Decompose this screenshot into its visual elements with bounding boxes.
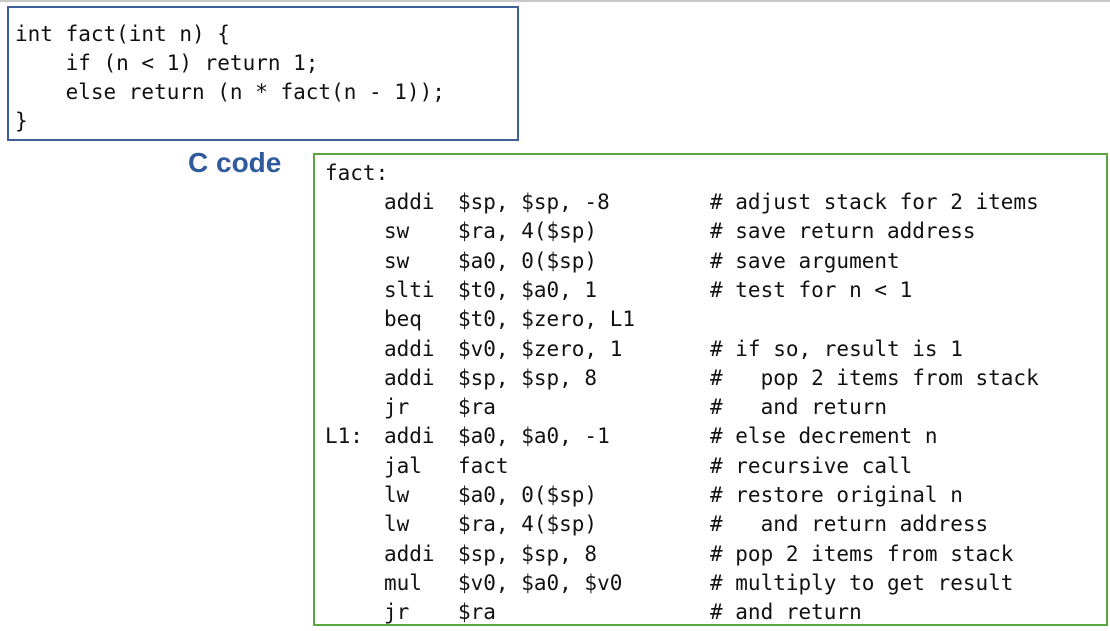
mips-instruction-row: jr $ra # and return	[315, 598, 1095, 626]
mips-instruction-row: lw $a0, 0($sp) # restore original n	[315, 481, 1095, 509]
mips-opcode: addi	[384, 365, 435, 390]
mips-operands: fact	[458, 453, 509, 478]
mips-instruction-row: jal fact # recursive call	[315, 452, 1095, 480]
mips-comment: # multiply to get result	[710, 570, 1014, 595]
mips-opcode: lw	[384, 483, 410, 507]
mips-opcode: sw	[384, 219, 410, 244]
mips-comment: # save return address	[710, 219, 976, 244]
mips-comment: # if so, result is 1	[710, 336, 963, 361]
mips-instruction-row: addi $sp, $sp, -8 # adjust stack for 2 ite…	[315, 188, 1095, 216]
mips-instruction-row: L1: addi $a0, $a0, -1 # else decrement n	[315, 422, 1095, 450]
mips-opcode: sw	[384, 248, 410, 273]
mips-instruction-row: slti $t0, $a0, 1 # test for n < 1	[315, 276, 1095, 304]
mips-instruction-row: lw $ra, 4($sp) # and return address	[315, 510, 1095, 538]
mips-opcode: addi	[384, 424, 435, 449]
mips-operands: $sp, $sp, 8	[458, 541, 598, 566]
mips-operands: $a0, $a0, -1	[458, 424, 610, 449]
mips-instruction-row: beq $t0, $zero, L1	[315, 305, 1095, 333]
c-code-line: int fact(int n) {	[15, 22, 230, 46]
mips-opcode: mul	[384, 570, 422, 595]
mips-instruction-row: addi $v0, $zero, 1 # if so, result is 1	[315, 335, 1095, 363]
c-code-box: int fact(int n) { if (n < 1) return 1; e…	[7, 6, 519, 141]
mips-comment: # adjust stack for 2 items	[710, 190, 1039, 214]
mips-comment: # and return	[710, 395, 888, 420]
mips-instruction-row: addi $sp, $sp, 8 # pop 2 items from stack	[315, 540, 1095, 568]
mips-instruction-row: addi $sp, $sp, 8 # pop 2 items from stack	[315, 364, 1095, 392]
c-code-line: }	[15, 109, 28, 133]
mips-operands: $ra, 4($sp)	[458, 512, 598, 537]
c-code-caption: C code	[188, 147, 282, 178]
mips-operands: $v0, $zero, 1	[458, 336, 623, 361]
top-divider	[0, 0, 1110, 2]
mips-operands: $a0, 0($sp)	[458, 483, 598, 507]
mips-operands: $t0, $a0, 1	[458, 277, 598, 302]
mips-opcode: lw	[384, 512, 410, 537]
mips-operands: $a0, 0($sp)	[458, 248, 598, 273]
c-code-line: else return (n * fact(n - 1));	[15, 80, 445, 104]
mips-comment: # and return	[710, 600, 862, 625]
mips-function-label: fact:	[325, 161, 389, 185]
mips-operands: $sp, $sp, -8	[458, 190, 610, 214]
mips-instruction-row: sw $a0, 0($sp) # save argument	[315, 247, 1095, 275]
mips-code-box: fact: addi $sp, $sp, -8 # adjust stack for…	[313, 153, 1108, 626]
mips-operands: $v0, $a0, $v0	[458, 570, 623, 595]
mips-opcode: jr	[384, 395, 410, 420]
mips-opcode: jr	[384, 600, 410, 625]
mips-comment: # save argument	[710, 248, 900, 273]
mips-comment: # pop 2 items from stack	[710, 541, 1014, 566]
mips-instruction-row: jr $ra # and return	[315, 393, 1095, 421]
mips-comment: # and return address	[710, 512, 989, 537]
mips-comment: # pop 2 items from stack	[710, 365, 1039, 390]
mips-opcode: addi	[384, 336, 435, 361]
mips-operands: $ra	[458, 395, 496, 420]
c-code-line: if (n < 1) return 1;	[15, 51, 319, 75]
mips-opcode: addi	[384, 190, 435, 214]
mips-opcode: beq	[384, 307, 422, 332]
mips-comment: # else decrement n	[710, 424, 938, 449]
mips-comment: # test for n < 1	[710, 277, 913, 302]
mips-operands: $ra, 4($sp)	[458, 219, 598, 244]
mips-opcode: addi	[384, 541, 435, 566]
mips-comment: # restore original n	[710, 483, 963, 507]
mips-instruction-row: sw $ra, 4($sp) # save return address	[315, 217, 1095, 245]
mips-operands: $t0, $zero, L1	[458, 307, 636, 332]
mips-opcode: slti	[384, 277, 435, 302]
mips-line-label: L1:	[325, 424, 363, 449]
mips-operands: $ra	[458, 600, 496, 625]
mips-instruction-row: mul $v0, $a0, $v0 # multiply to get result	[315, 569, 1095, 597]
mips-comment: # recursive call	[710, 453, 913, 478]
mips-opcode: jal	[384, 453, 422, 478]
mips-operands: $sp, $sp, 8	[458, 365, 598, 390]
